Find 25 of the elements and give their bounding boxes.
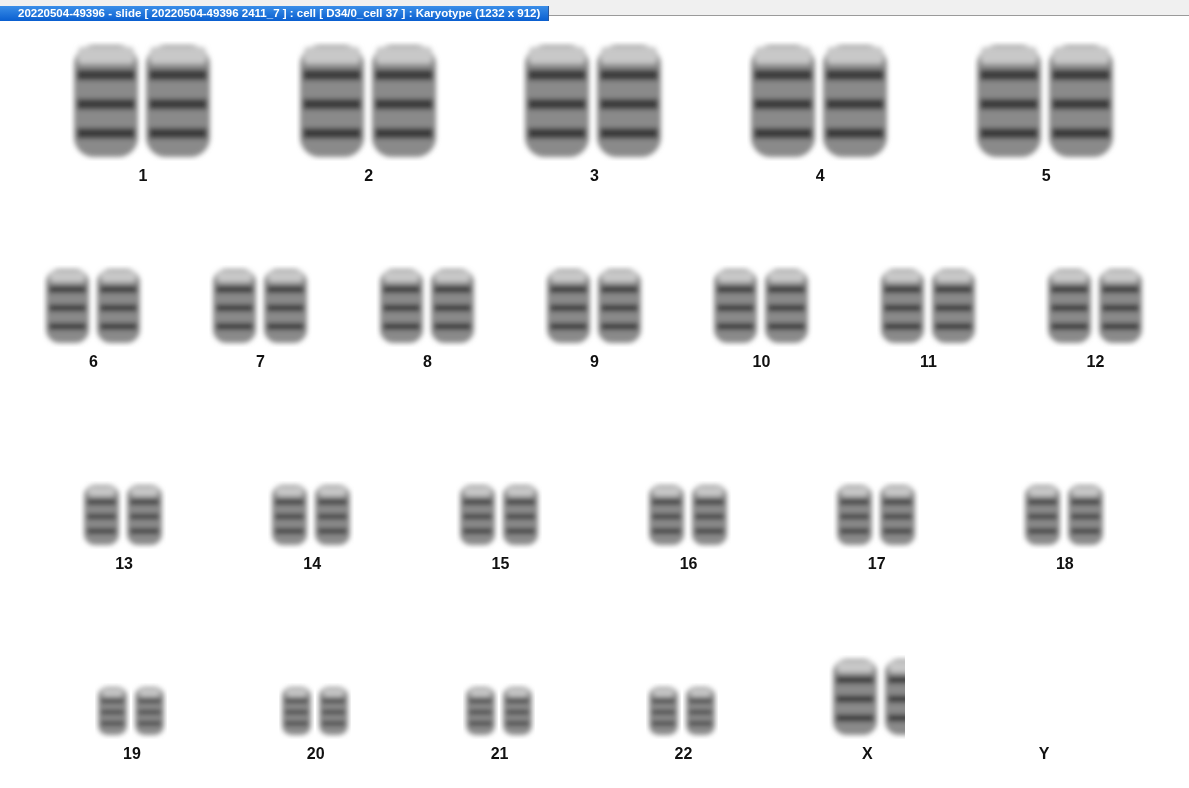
chromosome-label: 12 — [1086, 353, 1105, 371]
chromosome-label: 9 — [590, 353, 599, 371]
chromosome-label: 4 — [815, 167, 825, 185]
chromosome-label: 21 — [490, 745, 509, 763]
chromosome-label: 2 — [364, 167, 374, 185]
chromosome-label: 8 — [423, 353, 432, 371]
chromosome-label: 17 — [867, 555, 886, 573]
chromosome-label: 11 — [920, 353, 937, 371]
chromosome-label: 6 — [89, 353, 98, 371]
chromosome-label: 10 — [752, 353, 771, 371]
chromosome-label: 5 — [1041, 167, 1051, 185]
chromosome-label: 16 — [679, 555, 698, 573]
chromosome-label: X — [861, 745, 873, 763]
chromosome-label: Y — [1038, 745, 1050, 763]
chromosome-label: 20 — [306, 745, 325, 763]
chromosome-label: 7 — [256, 353, 265, 371]
chromosome-label: 1 — [138, 167, 148, 185]
chromosome-label: 19 — [123, 745, 141, 763]
chromosome-label: 18 — [1055, 555, 1074, 573]
chromosome-label: 15 — [491, 555, 510, 573]
window-title: 20220504-49396 - slide [ 20220504-49396 2411_7 ] : cell [ D34/0_cell 37 ] : Karyotype (1232 x 912) — [0, 6, 550, 21]
chromosome-label: 14 — [303, 555, 322, 573]
chromosome-label: 13 — [115, 555, 133, 573]
chromosome-label: 22 — [674, 745, 693, 763]
chromosome-label: 3 — [590, 167, 599, 185]
